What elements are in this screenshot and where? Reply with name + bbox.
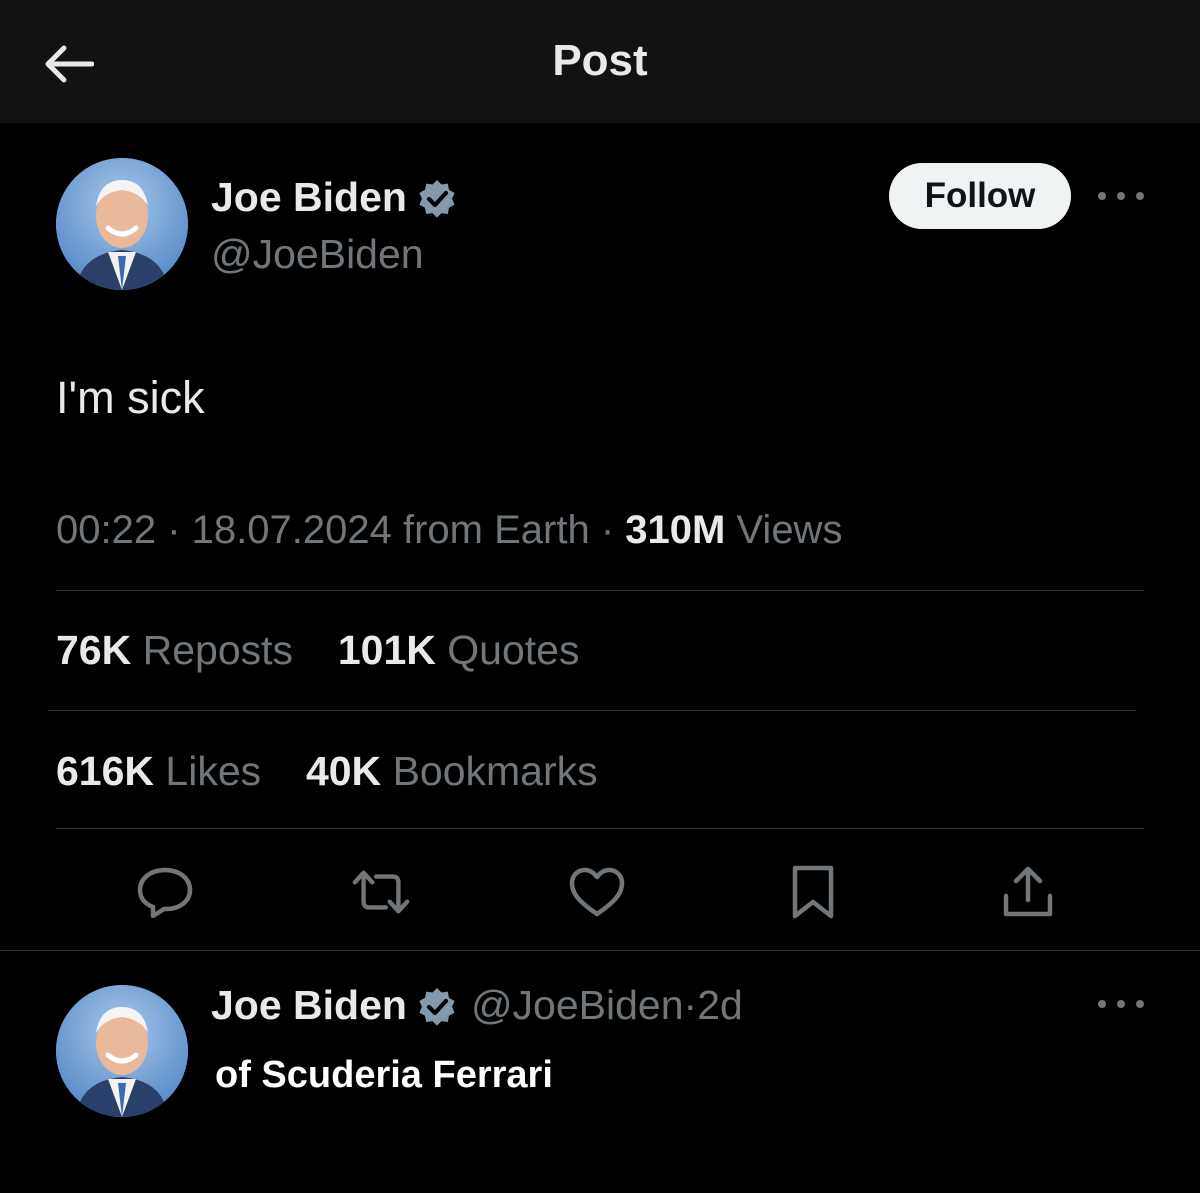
reply-icon [137,867,193,918]
reply-age[interactable]: 2d [697,982,743,1029]
repost-button[interactable] [351,862,411,922]
views-label[interactable]: Views [736,508,842,552]
top-bar: Post [0,0,1200,123]
author-name-row[interactable]: Joe Biden [211,174,457,221]
post-time[interactable]: 00:22 [56,508,156,552]
post-text: I'm sick [56,372,205,423]
repost-quote-stats: 76K Reposts 101K Quotes [56,627,579,674]
reply-author-name[interactable]: Joe Biden [211,982,407,1029]
divider [56,828,1144,829]
views-count[interactable]: 310M [625,508,725,552]
verified-badge-icon [419,179,455,218]
bookmarks-label[interactable]: Bookmarks [393,748,598,794]
post-date[interactable]: 18.07.2024 [192,508,392,552]
divider [48,710,1136,711]
reply-more-icon[interactable] [1098,994,1144,1014]
share-button[interactable] [998,862,1058,922]
author-name[interactable]: Joe Biden [211,174,407,221]
reply-button[interactable] [135,862,195,922]
divider [0,950,1200,951]
bookmark-button[interactable] [783,862,843,922]
reposts-label[interactable]: Reposts [143,627,293,673]
verified-badge-icon [419,987,455,1026]
reply-text: of Scuderia Ferrari [215,1054,553,1096]
reply-header: Joe Biden @JoeBiden · 2d [211,982,743,1029]
reply-author-handle[interactable]: @JoeBiden [471,982,684,1029]
reply-avatar[interactable] [56,985,188,1117]
like-icon [569,867,625,917]
post-location: from Earth [403,508,590,552]
like-bookmark-stats: 616K Likes 40K Bookmarks [56,748,598,795]
repost-icon [352,870,410,914]
quotes-label[interactable]: Quotes [447,627,579,673]
bookmarks-count[interactable]: 40K [306,748,381,794]
share-icon [1003,866,1053,917]
divider [56,590,1144,591]
follow-button[interactable]: Follow [889,163,1071,229]
more-icon[interactable] [1098,186,1144,206]
like-button[interactable] [567,862,627,922]
author-handle[interactable]: @JoeBiden [211,231,424,278]
page-title: Post [552,36,648,85]
likes-label[interactable]: Likes [165,748,261,794]
likes-count[interactable]: 616K [56,748,154,794]
reposts-count[interactable]: 76K [56,627,131,673]
quotes-count[interactable]: 101K [338,627,436,673]
post-metadata: 00:22 · 18.07.2024 from Earth · 310M Vie… [56,508,843,552]
bookmark-icon [792,865,834,919]
avatar[interactable] [56,158,188,290]
